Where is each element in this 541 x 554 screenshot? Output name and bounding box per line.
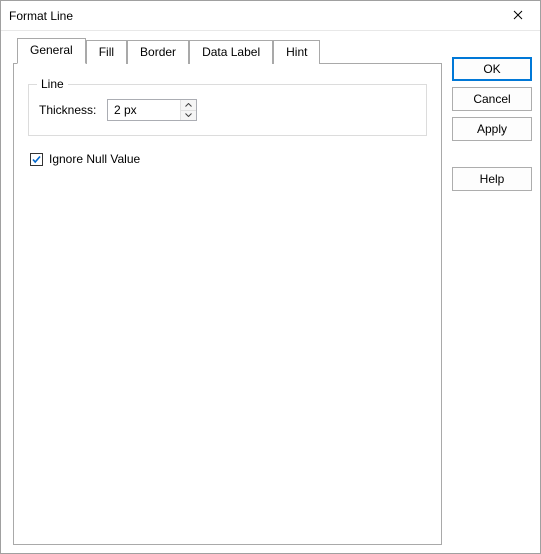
tab-strip: General Fill Border Data Label Hint [17,39,442,63]
checkmark-icon [31,154,42,165]
tab-label: General [30,43,73,57]
thickness-row: Thickness: 2 px [39,99,416,121]
line-group: Line Thickness: 2 px [28,84,427,136]
dialog-title: Format Line [9,9,495,23]
button-spacer [452,147,532,161]
spinner-down-button[interactable] [181,110,196,121]
chevron-up-icon [185,103,192,107]
ok-button[interactable]: OK [452,57,532,81]
dialog-body: General Fill Border Data Label Hint Line… [1,31,540,553]
ignore-null-label: Ignore Null Value [49,152,140,166]
tab-label: Fill [99,45,114,59]
format-line-dialog: Format Line General Fill Border Data Lab… [0,0,541,554]
close-button[interactable] [495,1,540,30]
main-area: General Fill Border Data Label Hint Line… [13,39,442,545]
thickness-spinner[interactable]: 2 px [107,99,197,121]
thickness-label: Thickness: [39,103,101,117]
close-icon [513,9,523,23]
tab-data-label[interactable]: Data Label [189,40,273,64]
tab-border[interactable]: Border [127,40,189,64]
thickness-value[interactable]: 2 px [108,100,180,120]
titlebar: Format Line [1,1,540,31]
spinner-buttons [180,100,196,120]
button-column: OK Cancel Apply Help [452,39,532,545]
help-button[interactable]: Help [452,167,532,191]
tab-label: Hint [286,45,307,59]
spinner-up-button[interactable] [181,100,196,110]
tab-fill[interactable]: Fill [86,40,127,64]
tab-hint[interactable]: Hint [273,40,320,64]
tab-general[interactable]: General [17,38,86,64]
cancel-button[interactable]: Cancel [452,87,532,111]
chevron-down-icon [185,113,192,117]
ignore-null-row: Ignore Null Value [30,152,427,166]
ignore-null-checkbox[interactable] [30,153,43,166]
tab-label: Border [140,45,176,59]
group-legend: Line [37,77,68,91]
apply-button[interactable]: Apply [452,117,532,141]
tab-label: Data Label [202,45,260,59]
tab-panel-general: Line Thickness: 2 px [13,63,442,545]
